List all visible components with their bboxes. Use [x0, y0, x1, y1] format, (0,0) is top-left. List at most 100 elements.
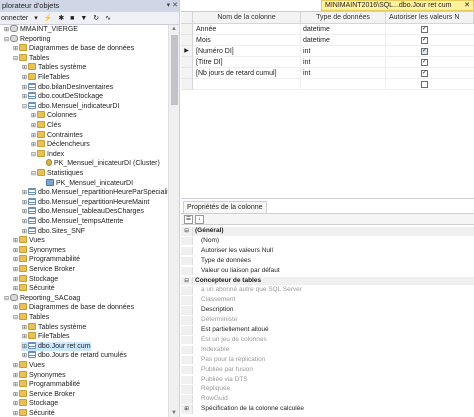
column-header-type[interactable]: Type de données: [301, 12, 386, 24]
column-name-cell[interactable]: Année: [193, 24, 301, 35]
column-name-cell[interactable]: Mois: [193, 35, 301, 46]
filter-icon[interactable]: ▼: [80, 12, 87, 25]
close-tab-icon[interactable]: ✕: [464, 1, 470, 10]
tree-node[interactable]: ⊞ Colonnes: [30, 111, 77, 121]
row-selector[interactable]: [181, 68, 193, 79]
tree-node[interactable]: ⊞ Service Broker: [12, 389, 75, 400]
data-type-cell[interactable]: [301, 79, 386, 90]
property-row[interactable]: Classement: [181, 296, 474, 305]
tree-node[interactable]: ⊞ FileTables: [21, 73, 70, 83]
document-tab[interactable]: MINIMAINT2016\SQL...dbo.Jour ret cum ✕: [321, 0, 474, 11]
allow-nulls-checkbox[interactable]: [421, 80, 428, 88]
tree-node[interactable]: ⊞ dbo.Mensuel_repartitionHeureParSpeciali…: [21, 188, 168, 198]
column-name-cell[interactable]: [Nb jours de retard cumul]: [193, 68, 301, 79]
collapse-icon[interactable]: ⊟: [30, 170, 37, 180]
tree-node[interactable]: ⊞ Stockage: [12, 399, 58, 409]
tree-node[interactable]: ⊞ FileTables: [21, 332, 70, 342]
allow-nulls-checkbox[interactable]: ✓: [421, 47, 428, 55]
tree-node[interactable]: ⊞ dbo.coutDeStockage: [21, 92, 103, 102]
row-selector[interactable]: [181, 35, 193, 46]
connect-icon[interactable]: ⚡: [44, 12, 53, 25]
data-type-cell[interactable]: int: [301, 46, 386, 57]
connect-dropdown-icon[interactable]: ▾: [34, 12, 38, 25]
property-row[interactable]: Est un jeu de colonnes: [181, 335, 474, 345]
tree-node[interactable]: ⊞ Diagrammes de base de données: [12, 303, 134, 313]
tree-node[interactable]: ⊞ dbo.Jours de retard cumulés: [21, 351, 127, 361]
activity-icon[interactable]: ∿: [105, 12, 111, 25]
explorer-window-controls[interactable]: ▾ ✕: [167, 0, 178, 12]
property-row[interactable]: Type de données: [181, 256, 474, 266]
property-row[interactable]: RowGuid: [181, 395, 474, 404]
tree-node[interactable]: ⊞ Service Broker: [12, 265, 75, 275]
tree-node[interactable]: ⊞ Tables système: [21, 322, 86, 333]
tree-node[interactable]: ⊞ Contraintes: [30, 130, 83, 141]
tree-node[interactable]: ⊞ Diagrammes de base de données: [12, 44, 134, 54]
tree-node[interactable]: ⊞ Programmabilité: [12, 380, 80, 390]
scroll-down-icon[interactable]: ▼: [171, 410, 177, 416]
expand-icon[interactable]: ⊞: [12, 410, 19, 417]
column-name-cell[interactable]: [193, 79, 301, 90]
property-category[interactable]: ⊟ (Général): [181, 227, 474, 236]
row-selector[interactable]: [181, 24, 193, 35]
allow-nulls-checkbox[interactable]: ✓: [421, 69, 428, 77]
tree-node[interactable]: ⊟ Reporting_SACoag: [3, 293, 80, 304]
property-row[interactable]: Pas pour la réplication: [181, 355, 474, 365]
tree-node[interactable]: ⊟ Statistiques: [30, 169, 83, 179]
tree-node[interactable]: ⊞ Vues: [12, 236, 45, 246]
allow-nulls-checkbox[interactable]: ✓: [421, 25, 428, 33]
tree-node[interactable]: ⊟ Tables: [12, 53, 49, 65]
tree-node[interactable]: ⊞ Sécurité: [12, 409, 55, 417]
collapse-icon[interactable]: ⊟: [181, 227, 193, 236]
data-type-cell[interactable]: int: [301, 57, 386, 68]
collapse-icon[interactable]: ⊟: [12, 55, 19, 65]
expand-icon[interactable]: ⊞: [181, 405, 193, 414]
tree-node[interactable]: ⊟ dbo.Mensuel_indicateurDI: [21, 101, 119, 112]
alphabetical-icon[interactable]: ↓: [195, 215, 204, 224]
row-selector[interactable]: [181, 79, 193, 90]
collapse-icon[interactable]: ⊟: [12, 314, 19, 324]
disconnect-icon[interactable]: ✱: [58, 12, 64, 25]
property-row[interactable]: ⊞ Spécification de la colonne calculée: [181, 405, 474, 414]
tree-node[interactable]: ⊞ Vues: [12, 361, 45, 371]
row-selector[interactable]: ▶: [181, 46, 193, 57]
tree-node[interactable]: ⊞ dbo.Mensuel_tableauDesCharges: [21, 207, 144, 217]
column-properties-tab[interactable]: Propriétés de la colonne: [183, 201, 267, 213]
tree-node[interactable]: ⊟ Index: [30, 149, 64, 160]
property-row[interactable]: Déterministe: [181, 316, 474, 325]
explorer-scrollbar[interactable]: ▲ ▼: [168, 25, 179, 417]
tree-node[interactable]: ⊟ Tables: [12, 313, 49, 323]
column-header-name[interactable]: Nom de la colonne: [193, 12, 301, 24]
property-row[interactable]: Valeur ou liaison par défaut: [181, 266, 474, 276]
scroll-up-icon[interactable]: ▲: [171, 26, 177, 32]
tree-node[interactable]: ⊞ Déclencheurs: [30, 140, 90, 150]
tree-node[interactable]: ⊞ Sécurité: [12, 284, 55, 294]
tree-node[interactable]: ⊞ dbo.bilanDesInventaires: [21, 82, 113, 93]
column-name-cell[interactable]: [Titre DI]: [193, 57, 301, 68]
tree-node[interactable]: ⊞ Stockage: [12, 274, 58, 285]
data-type-cell[interactable]: datetime: [301, 24, 386, 35]
tree-node[interactable]: PK_Mensuel_inicateurDI: [39, 178, 133, 189]
tree-node[interactable]: ⊞ dbo.Mensuel_tempsAttente: [21, 217, 123, 227]
tree-node[interactable]: ⊞ dbo.Jour ret cum: [21, 341, 91, 352]
property-row[interactable]: Publiée via DTS: [181, 375, 474, 384]
tree-node[interactable]: ⊞ Synonymes: [12, 245, 66, 256]
property-row[interactable]: Publiée par fusion: [181, 365, 474, 375]
stop-icon[interactable]: ■: [70, 12, 74, 25]
tree-node[interactable]: ⊞ Programmabilité: [12, 255, 80, 265]
tree-node[interactable]: ⊞ Synonymes: [12, 370, 66, 381]
row-selector[interactable]: [181, 57, 193, 68]
property-row[interactable]: Description: [181, 306, 474, 315]
allow-nulls-checkbox[interactable]: ✓: [421, 58, 428, 66]
tree-node[interactable]: ⊞ MMAINT_VIERGE: [3, 25, 78, 35]
property-row[interactable]: Indexable: [181, 345, 474, 355]
data-type-cell[interactable]: int: [301, 68, 386, 79]
property-row[interactable]: Autoriser les valeurs Null: [181, 246, 474, 256]
categorized-icon[interactable]: ☰: [184, 215, 193, 224]
property-category[interactable]: ⊟ Concepteur de tables: [181, 276, 474, 285]
tree-node[interactable]: ⊟ Reporting: [3, 34, 50, 45]
allow-nulls-checkbox[interactable]: ✓: [421, 36, 428, 44]
property-row[interactable]: Est partiellement alloué: [181, 326, 474, 335]
column-name-cell[interactable]: [Numéro DI]: [193, 46, 301, 57]
tree-node[interactable]: ⊞ dbo.Mensuel_repartitionHeureMaint: [21, 197, 149, 208]
refresh-icon[interactable]: ↻: [93, 12, 99, 25]
